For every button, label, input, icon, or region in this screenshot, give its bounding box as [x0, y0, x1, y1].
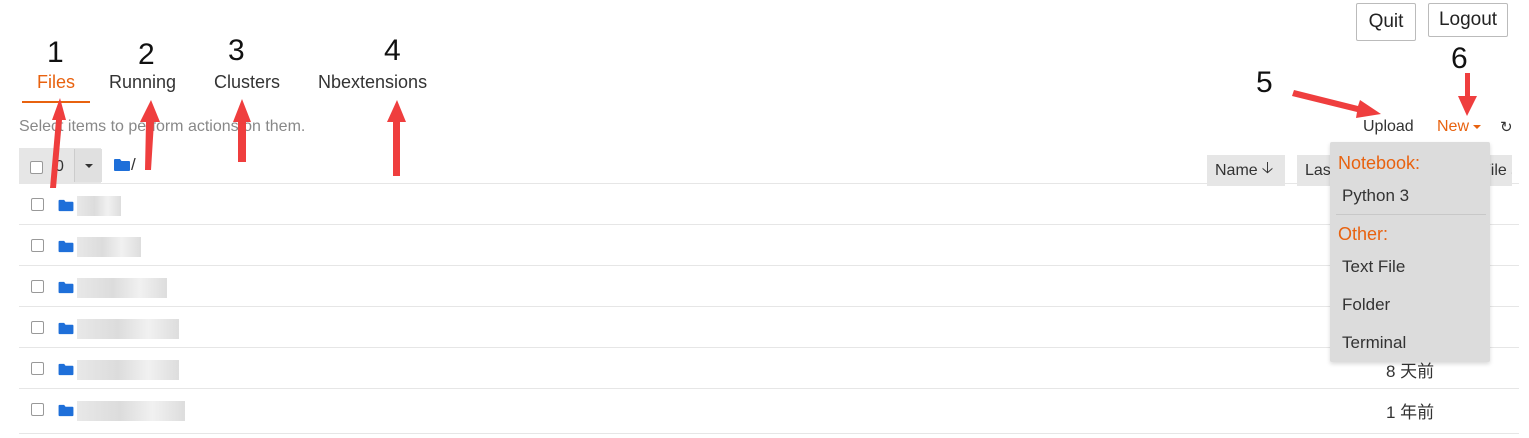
list-bottom-divider — [19, 433, 1519, 434]
row-checkbox[interactable] — [31, 403, 44, 416]
selection-hint: Select items to perform actions on them. — [19, 118, 306, 135]
menu-item-python3[interactable]: Python 3 — [1342, 186, 1409, 206]
blurred-folder-name[interactable] — [77, 237, 141, 257]
sort-by-name-button[interactable]: Name 🡣 — [1207, 155, 1285, 186]
new-dropdown-button[interactable]: New — [1437, 118, 1482, 136]
row-checkbox[interactable] — [31, 321, 44, 334]
folder-icon — [58, 281, 74, 294]
menu-header-notebook: Notebook: — [1338, 153, 1421, 173]
folder-icon — [58, 404, 74, 417]
caret-down-icon — [1473, 124, 1482, 129]
blurred-folder-name[interactable] — [77, 196, 121, 216]
annotation-number: 4 — [384, 34, 401, 67]
folder-icon — [58, 322, 74, 335]
menu-header-other: Other: — [1338, 224, 1389, 244]
list-item[interactable] — [19, 224, 1519, 265]
folder-icon — [58, 363, 74, 376]
row-checkbox[interactable] — [31, 198, 44, 211]
last-modified: 1 年前 — [1386, 403, 1435, 422]
tab-files[interactable]: Files — [22, 72, 90, 103]
new-label: New — [1437, 118, 1470, 135]
annotation-number: 2 — [138, 38, 155, 71]
select-all-checkbox[interactable] — [30, 161, 43, 174]
sort-name-label: Name — [1215, 161, 1258, 179]
list-item[interactable] — [19, 306, 1519, 347]
arrow-down-icon: 🡣 — [1261, 160, 1274, 177]
annotation-number: 1 — [47, 36, 64, 69]
list-item[interactable]: 8 天前 — [19, 347, 1519, 388]
select-dropdown-button[interactable] — [74, 149, 102, 182]
row-checkbox[interactable] — [31, 239, 44, 252]
refresh-icon[interactable]: ↻ — [1500, 118, 1513, 136]
logout-button[interactable]: Logout — [1428, 3, 1508, 37]
menu-item-folder[interactable]: Folder — [1342, 295, 1390, 315]
selected-count: 0 — [55, 158, 64, 175]
list-item[interactable] — [19, 265, 1519, 306]
folder-icon — [58, 240, 74, 253]
annotation-number: 6 — [1451, 42, 1468, 75]
row-checkbox[interactable] — [31, 362, 44, 375]
tab-clusters[interactable]: Clusters — [214, 72, 280, 102]
new-dropdown-menu: Notebook: Python 3 Other: Text File Fold… — [1330, 142, 1490, 362]
annotation-number: 5 — [1256, 66, 1273, 99]
annotation-arrow — [1458, 73, 1477, 116]
folder-icon — [58, 199, 74, 212]
select-all-control[interactable]: 0 — [19, 148, 102, 183]
tab-nbextensions[interactable]: Nbextensions — [318, 72, 427, 102]
menu-item-text-file[interactable]: Text File — [1342, 257, 1405, 277]
row-checkbox[interactable] — [31, 280, 44, 293]
quit-button[interactable]: Quit — [1356, 3, 1416, 41]
breadcrumb[interactable]: / — [131, 155, 136, 175]
menu-divider — [1336, 214, 1486, 215]
list-item[interactable]: 1 年前 — [19, 388, 1519, 429]
annotation-arrow — [387, 100, 406, 176]
upload-button[interactable]: Upload — [1363, 118, 1414, 136]
folder-icon — [114, 159, 130, 171]
annotation-number: 3 — [228, 34, 245, 67]
menu-item-terminal[interactable]: Terminal — [1342, 333, 1406, 353]
list-item[interactable] — [19, 183, 1519, 224]
tab-running[interactable]: Running — [109, 72, 176, 102]
blurred-folder-name[interactable] — [77, 319, 179, 339]
blurred-folder-name[interactable] — [77, 360, 179, 380]
blurred-folder-name[interactable] — [77, 278, 167, 298]
blurred-folder-name[interactable] — [77, 401, 185, 421]
annotation-arrow — [1292, 90, 1381, 118]
